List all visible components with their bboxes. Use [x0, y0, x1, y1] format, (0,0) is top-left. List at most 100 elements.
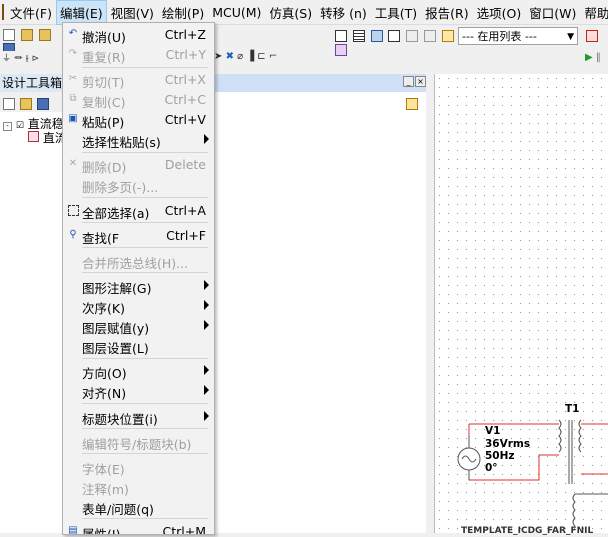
diode-icon[interactable]: ⊳ [32, 54, 40, 64]
menu-item-delete-pages[interactable]: 删除多页(-)... [63, 174, 214, 195]
template-label: TEMPLATE_ICDG_FAR_FNIL [461, 526, 594, 536]
delete-icon: ✕ [68, 158, 78, 169]
resistor-icon[interactable]: ⏛ [14, 54, 23, 64]
menu-item-redo[interactable]: ↷ 重复(R) Ctrl+Y [63, 44, 214, 65]
component-icon[interactable] [441, 29, 454, 42]
menu-separator [82, 152, 208, 153]
menu-item-comment[interactable]: 注释(m) [63, 476, 214, 497]
table-icon[interactable] [406, 29, 419, 42]
menu-file[interactable]: 文件(F) [6, 0, 56, 25]
panel-window-buttons: _ × [402, 76, 426, 87]
run-icon[interactable]: ▶ [585, 52, 593, 63]
source-voltage-label: 36Vrms [485, 438, 531, 450]
menu-item-delete[interactable]: ✕ 删除(D) Delete [63, 154, 214, 175]
extra-toolbar [585, 28, 608, 44]
postprocess-icon[interactable] [424, 29, 437, 42]
open-icon[interactable] [20, 28, 33, 41]
in-use-list-select[interactable]: --- 在用列表 --- ▼ [458, 27, 578, 45]
standard-toolbar [2, 27, 62, 55]
edit-menu-dropdown: ↶ 撤消(U) Ctrl+Z ↷ 重复(R) Ctrl+Y ✂ 剪切(T) Ctrl+… [62, 22, 215, 535]
copy-icon: ⧉ [69, 93, 77, 104]
menu-item-find[interactable]: ⚲ 查找(F Ctrl+F [63, 225, 214, 246]
panel-icon[interactable] [388, 29, 401, 42]
new-design-icon[interactable] [3, 98, 15, 110]
open-folder-icon[interactable] [38, 28, 51, 41]
menu-view[interactable]: 视图(V) [107, 0, 158, 25]
transformer-label[interactable]: T1 [565, 404, 579, 415]
panel-tool-icon[interactable] [406, 98, 418, 110]
ground-icon[interactable]: ⏚ [2, 54, 11, 64]
menu-item-graphic-annotation[interactable]: 图形注解(G) [63, 275, 214, 296]
menu-item-edit-symbol[interactable]: 编辑符号/标题块(b) [63, 431, 214, 452]
menu-separator [82, 197, 208, 198]
menu-item-align[interactable]: 对齐(N) [63, 380, 214, 401]
menu-edit[interactable]: 编辑(E) [55, 0, 107, 25]
open-design-icon[interactable] [19, 98, 32, 110]
menu-separator [82, 358, 208, 359]
app-icon [2, 4, 4, 20]
database-icon[interactable] [370, 29, 383, 42]
menu-item-layer-settings[interactable]: 图层设置(L) [63, 335, 214, 356]
menu-simulate[interactable]: 仿真(S) [265, 0, 316, 25]
menu-transfer[interactable]: 转移 (n) [316, 0, 371, 25]
component-toolbar: ⏚ ⏛ ⫲ ⊳ [2, 51, 62, 65]
meter-icon[interactable]: ⌀ [237, 51, 243, 62]
menu-tools[interactable]: 工具(T) [371, 0, 421, 25]
menu-item-paste[interactable]: ▣ 粘贴(P) Ctrl+V [63, 109, 214, 130]
menu-item-forms-questions[interactable]: 表单/问题(q) [63, 496, 214, 517]
menu-item-paste-special[interactable]: 选择性粘贴(s) [63, 129, 214, 150]
new-icon[interactable] [3, 28, 15, 41]
menu-item-order[interactable]: 次序(K) [63, 295, 214, 316]
close-icon[interactable]: × [415, 76, 426, 87]
grid-icon[interactable] [335, 29, 347, 42]
capacitor-icon[interactable]: ⫲ [26, 54, 29, 64]
connector-icon[interactable]: ⊏ [257, 51, 265, 62]
wire-icon[interactable]: ⌐ [269, 51, 277, 62]
menu-item-copy[interactable]: ⧉ 复制(C) Ctrl+C [63, 89, 214, 110]
submenu-arrow-icon [204, 134, 209, 144]
menu-separator [82, 247, 208, 248]
menu-separator [82, 428, 208, 429]
probe-icon[interactable] [586, 29, 598, 42]
source-name-label[interactable]: V1 [485, 426, 500, 437]
probe-place-icon[interactable]: ✖ [226, 51, 234, 62]
submenu-arrow-icon [204, 365, 209, 375]
menu-item-orientation[interactable]: 方向(O) [63, 360, 214, 381]
arrow-icon[interactable]: ➤ [214, 51, 222, 62]
menu-item-title-block-position[interactable]: 标题块位置(i) [63, 406, 214, 427]
menu-separator [82, 453, 208, 454]
minimize-icon[interactable]: _ [403, 76, 414, 87]
menu-place[interactable]: 绘制(P) [158, 0, 208, 25]
menu-options[interactable]: 选项(O) [473, 0, 526, 25]
submenu-arrow-icon [204, 280, 209, 290]
source-phase-label: 0° [485, 462, 498, 474]
collapse-icon[interactable]: - [3, 122, 12, 131]
design-toolbox-title: 设计工具箱 [0, 74, 66, 92]
menu-item-cut[interactable]: ✂ 剪切(T) Ctrl+X [63, 69, 214, 90]
spreadsheet-icon[interactable] [352, 29, 365, 42]
sim-toolbar: ▶ ‖ [585, 52, 608, 66]
menu-item-merge-bus[interactable]: 合并所选总线(H)... [63, 250, 214, 271]
menu-separator [82, 272, 208, 273]
menu-help[interactable]: 帮助(H) [580, 0, 608, 25]
menu-item-select-all[interactable]: 全部选择(a) Ctrl+A [63, 200, 214, 221]
checkbox-icon: ☑ [15, 121, 24, 131]
menu-item-font[interactable]: 字体(E) [63, 456, 214, 477]
wizard-icon[interactable] [335, 43, 347, 56]
select-all-icon [68, 205, 79, 216]
source-frequency-label: 50Hz [485, 450, 515, 462]
design-tree: - ☑ 直流稳 直流 [0, 112, 67, 533]
pause-icon[interactable]: ‖ [596, 52, 601, 63]
bus-icon[interactable]: ▐ [246, 51, 254, 62]
menu-mcu[interactable]: MCU(M) [208, 2, 265, 23]
schematic-drawing [457, 419, 608, 527]
menu-item-assign-layer[interactable]: 图层赋值(y) [63, 315, 214, 336]
save-design-icon[interactable] [36, 98, 49, 110]
undo-icon: ↶ [68, 28, 78, 39]
menu-reports[interactable]: 报告(R) [421, 0, 472, 25]
menu-item-undo[interactable]: ↶ 撤消(U) Ctrl+Z [63, 24, 214, 45]
paste-icon: ▣ [68, 113, 78, 124]
menu-window[interactable]: 窗口(W) [525, 0, 580, 25]
redo-icon: ↷ [68, 48, 78, 59]
schematic-canvas[interactable]: T1 V1 36Vrms 50Hz 0° TEMPLATE_ICDG_FAR_F… [434, 74, 608, 536]
